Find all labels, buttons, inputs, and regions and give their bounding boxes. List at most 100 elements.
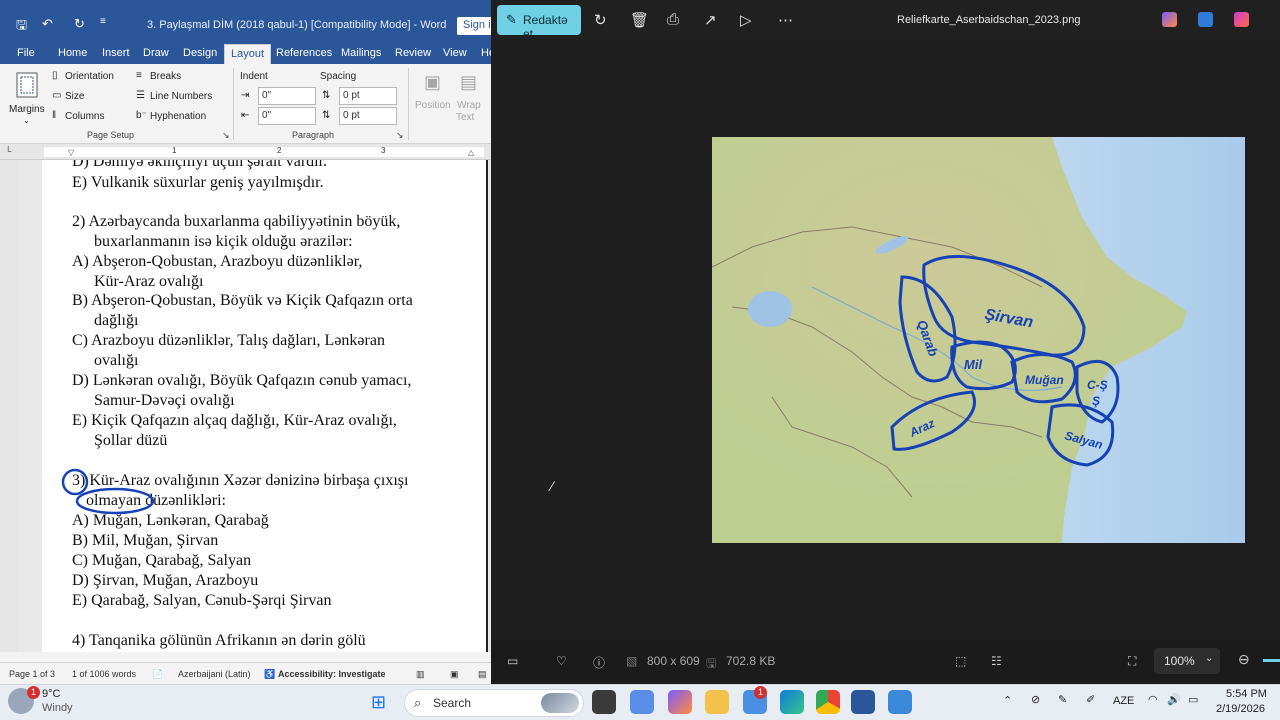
- print-layout-icon[interactable]: ▣: [450, 669, 459, 680]
- word-count[interactable]: 1 of 1006 words: [72, 669, 136, 679]
- page-setup-launcher-icon[interactable]: ↘: [222, 130, 230, 141]
- weather-temp[interactable]: 9°C: [42, 688, 60, 700]
- spacing-after-field[interactable]: 0 pt: [339, 107, 397, 125]
- filesize-icon: 🖫: [706, 656, 717, 670]
- wifi-icon[interactable]: ◠: [1148, 693, 1158, 706]
- more-options-icon[interactable]: ⋯: [778, 11, 793, 29]
- rotate-icon[interactable]: ↻: [594, 11, 607, 29]
- document-canvas[interactable]: D) Dəmiyə əkinçiliyi üçün şərait vardır.…: [18, 160, 491, 652]
- zoom-slider[interactable]: [1263, 659, 1280, 662]
- doc-line: dağlığı: [94, 312, 139, 329]
- tab-review[interactable]: Review: [395, 47, 431, 59]
- status-bar: Page 1 of 3 1 of 1006 words 📄 Azerbaijan…: [0, 662, 491, 684]
- tab-view[interactable]: View: [443, 47, 467, 59]
- favorite-icon[interactable]: ♡: [556, 654, 567, 668]
- widgets-icon[interactable]: [630, 690, 654, 714]
- zoom-out-icon[interactable]: ⊖: [1238, 651, 1250, 668]
- clock-date[interactable]: 2/19/2026: [1216, 703, 1265, 715]
- breaks-button[interactable]: Breaks: [150, 71, 181, 82]
- right-indent-marker-icon[interactable]: △: [468, 148, 474, 157]
- paragraph-launcher-icon[interactable]: ↘: [396, 130, 404, 141]
- edit-button-label: Redaktə et: [523, 13, 568, 41]
- page-count[interactable]: Page 1 of 3: [9, 669, 55, 679]
- copilot-taskbar-icon[interactable]: [668, 690, 692, 714]
- filmstrip-icon[interactable]: ▭: [507, 654, 518, 668]
- doc-line: A) Muğan, Lənkəran, Qarabağ: [72, 512, 269, 529]
- size-button[interactable]: Size: [65, 91, 84, 102]
- sign-in-button[interactable]: Sign i: [457, 17, 491, 35]
- tab-home[interactable]: Home: [58, 47, 87, 59]
- hyphenation-button[interactable]: Hyphenation: [150, 111, 206, 122]
- save-icon[interactable]: 🖫: [16, 16, 27, 38]
- visual-search-icon[interactable]: ⬚: [955, 654, 966, 668]
- tab-file[interactable]: File: [17, 47, 35, 59]
- columns-button[interactable]: Columns: [65, 111, 104, 122]
- file-explorer-icon[interactable]: [705, 690, 729, 714]
- undo-icon[interactable]: ↶: [42, 16, 53, 32]
- horizontal-ruler[interactable]: └ 1 2 3 ▽ △: [0, 144, 491, 160]
- document-page[interactable]: D) Dəmiyə əkinçiliyi üçün şərait vardır.…: [42, 160, 488, 652]
- read-mode-icon[interactable]: ▥: [416, 669, 425, 680]
- battery-icon[interactable]: ▭: [1188, 693, 1198, 706]
- fit-window-icon[interactable]: ⛶: [1128, 654, 1136, 669]
- wrap-text-icon: ▤: [460, 72, 478, 92]
- language-bar-icon[interactable]: ✐: [1086, 693, 1095, 706]
- wrap-text-button[interactable]: Wrap: [457, 100, 481, 111]
- delete-icon[interactable]: 🗑: [630, 11, 649, 29]
- chrome-icon[interactable]: [816, 690, 840, 714]
- paragraph-label: Paragraph: [292, 130, 335, 140]
- margins-label: Margins: [9, 104, 45, 115]
- tab-design[interactable]: Design: [183, 47, 217, 59]
- doc-line: 2) Azərbaycanda buxarlanma qabiliyyətini…: [72, 213, 401, 230]
- web-layout-icon[interactable]: ▤: [478, 669, 487, 680]
- input-language[interactable]: AZE: [1113, 695, 1134, 707]
- doc-line: B) Abşeron-Qobustan, Böyük və Kiçik Qafq…: [72, 292, 413, 309]
- indent-right-field[interactable]: 0": [258, 107, 316, 125]
- zoom-dropdown[interactable]: 100% ⌄: [1154, 648, 1220, 674]
- edit-button[interactable]: ✎ Redaktə et: [497, 5, 581, 41]
- edge-icon[interactable]: [780, 690, 804, 714]
- redo-icon[interactable]: ↻: [74, 16, 85, 32]
- indent-marker-icon[interactable]: ▽: [68, 148, 74, 157]
- customize-toolbar-icon[interactable]: ≡: [100, 16, 106, 27]
- language-status[interactable]: Azerbaijani (Latin): [178, 669, 251, 679]
- tab-mailings[interactable]: Mailings: [341, 47, 381, 59]
- ruler-tick: 1: [172, 146, 177, 155]
- weather-desc: Windy: [42, 702, 73, 714]
- proofing-icon[interactable]: 📄: [152, 669, 163, 680]
- slideshow-icon[interactable]: ▷: [740, 11, 752, 29]
- volume-icon[interactable]: 🔊: [1167, 693, 1181, 706]
- windows-start-icon[interactable]: ⊞: [371, 692, 386, 713]
- indent-left-field[interactable]: 0": [258, 87, 316, 105]
- share-icon[interactable]: ↗: [704, 11, 717, 29]
- tab-draw[interactable]: Draw: [143, 47, 169, 59]
- tab-insert[interactable]: Insert: [102, 47, 130, 59]
- annotation-label: Mil: [964, 357, 982, 372]
- print-icon[interactable]: ⎙: [667, 11, 679, 28]
- position-button[interactable]: Position: [415, 100, 451, 111]
- doc-line: buxarlanmanın isə kiçik olduğu ərazilər:: [94, 233, 353, 250]
- spacing-before-field[interactable]: 0 pt: [339, 87, 397, 105]
- task-view-icon[interactable]: [592, 690, 616, 714]
- text-scan-icon[interactable]: ☷: [991, 654, 1002, 668]
- designer-icon[interactable]: [1198, 12, 1213, 27]
- info-icon[interactable]: ⓘ: [593, 654, 605, 671]
- copilot-icon[interactable]: [1162, 12, 1177, 27]
- mic-off-icon[interactable]: ⊘: [1031, 693, 1040, 706]
- photos-taskbar-icon[interactable]: [888, 690, 912, 714]
- tab-layout[interactable]: Layout: [224, 44, 272, 66]
- word-taskbar-icon[interactable]: [851, 690, 875, 714]
- show-hidden-icons-icon[interactable]: ⌃: [1003, 694, 1012, 707]
- line-numbers-button[interactable]: Line Numbers: [150, 91, 212, 102]
- margins-button[interactable]: Margins ⌄: [8, 70, 46, 128]
- clipchamp-icon[interactable]: [1234, 12, 1249, 27]
- clock-time[interactable]: 5:54 PM: [1226, 688, 1267, 700]
- tab-selector-icon[interactable]: └: [5, 146, 11, 156]
- accessibility-status[interactable]: Accessibility: Investigate: [278, 669, 386, 679]
- orientation-button[interactable]: Orientation: [65, 71, 114, 82]
- tab-references[interactable]: References: [276, 47, 332, 59]
- taskbar-search[interactable]: ⌕ Search: [404, 689, 584, 717]
- pen-icon[interactable]: ✎: [1058, 693, 1067, 706]
- vertical-ruler: [0, 160, 18, 652]
- tab-help[interactable]: He: [481, 47, 491, 59]
